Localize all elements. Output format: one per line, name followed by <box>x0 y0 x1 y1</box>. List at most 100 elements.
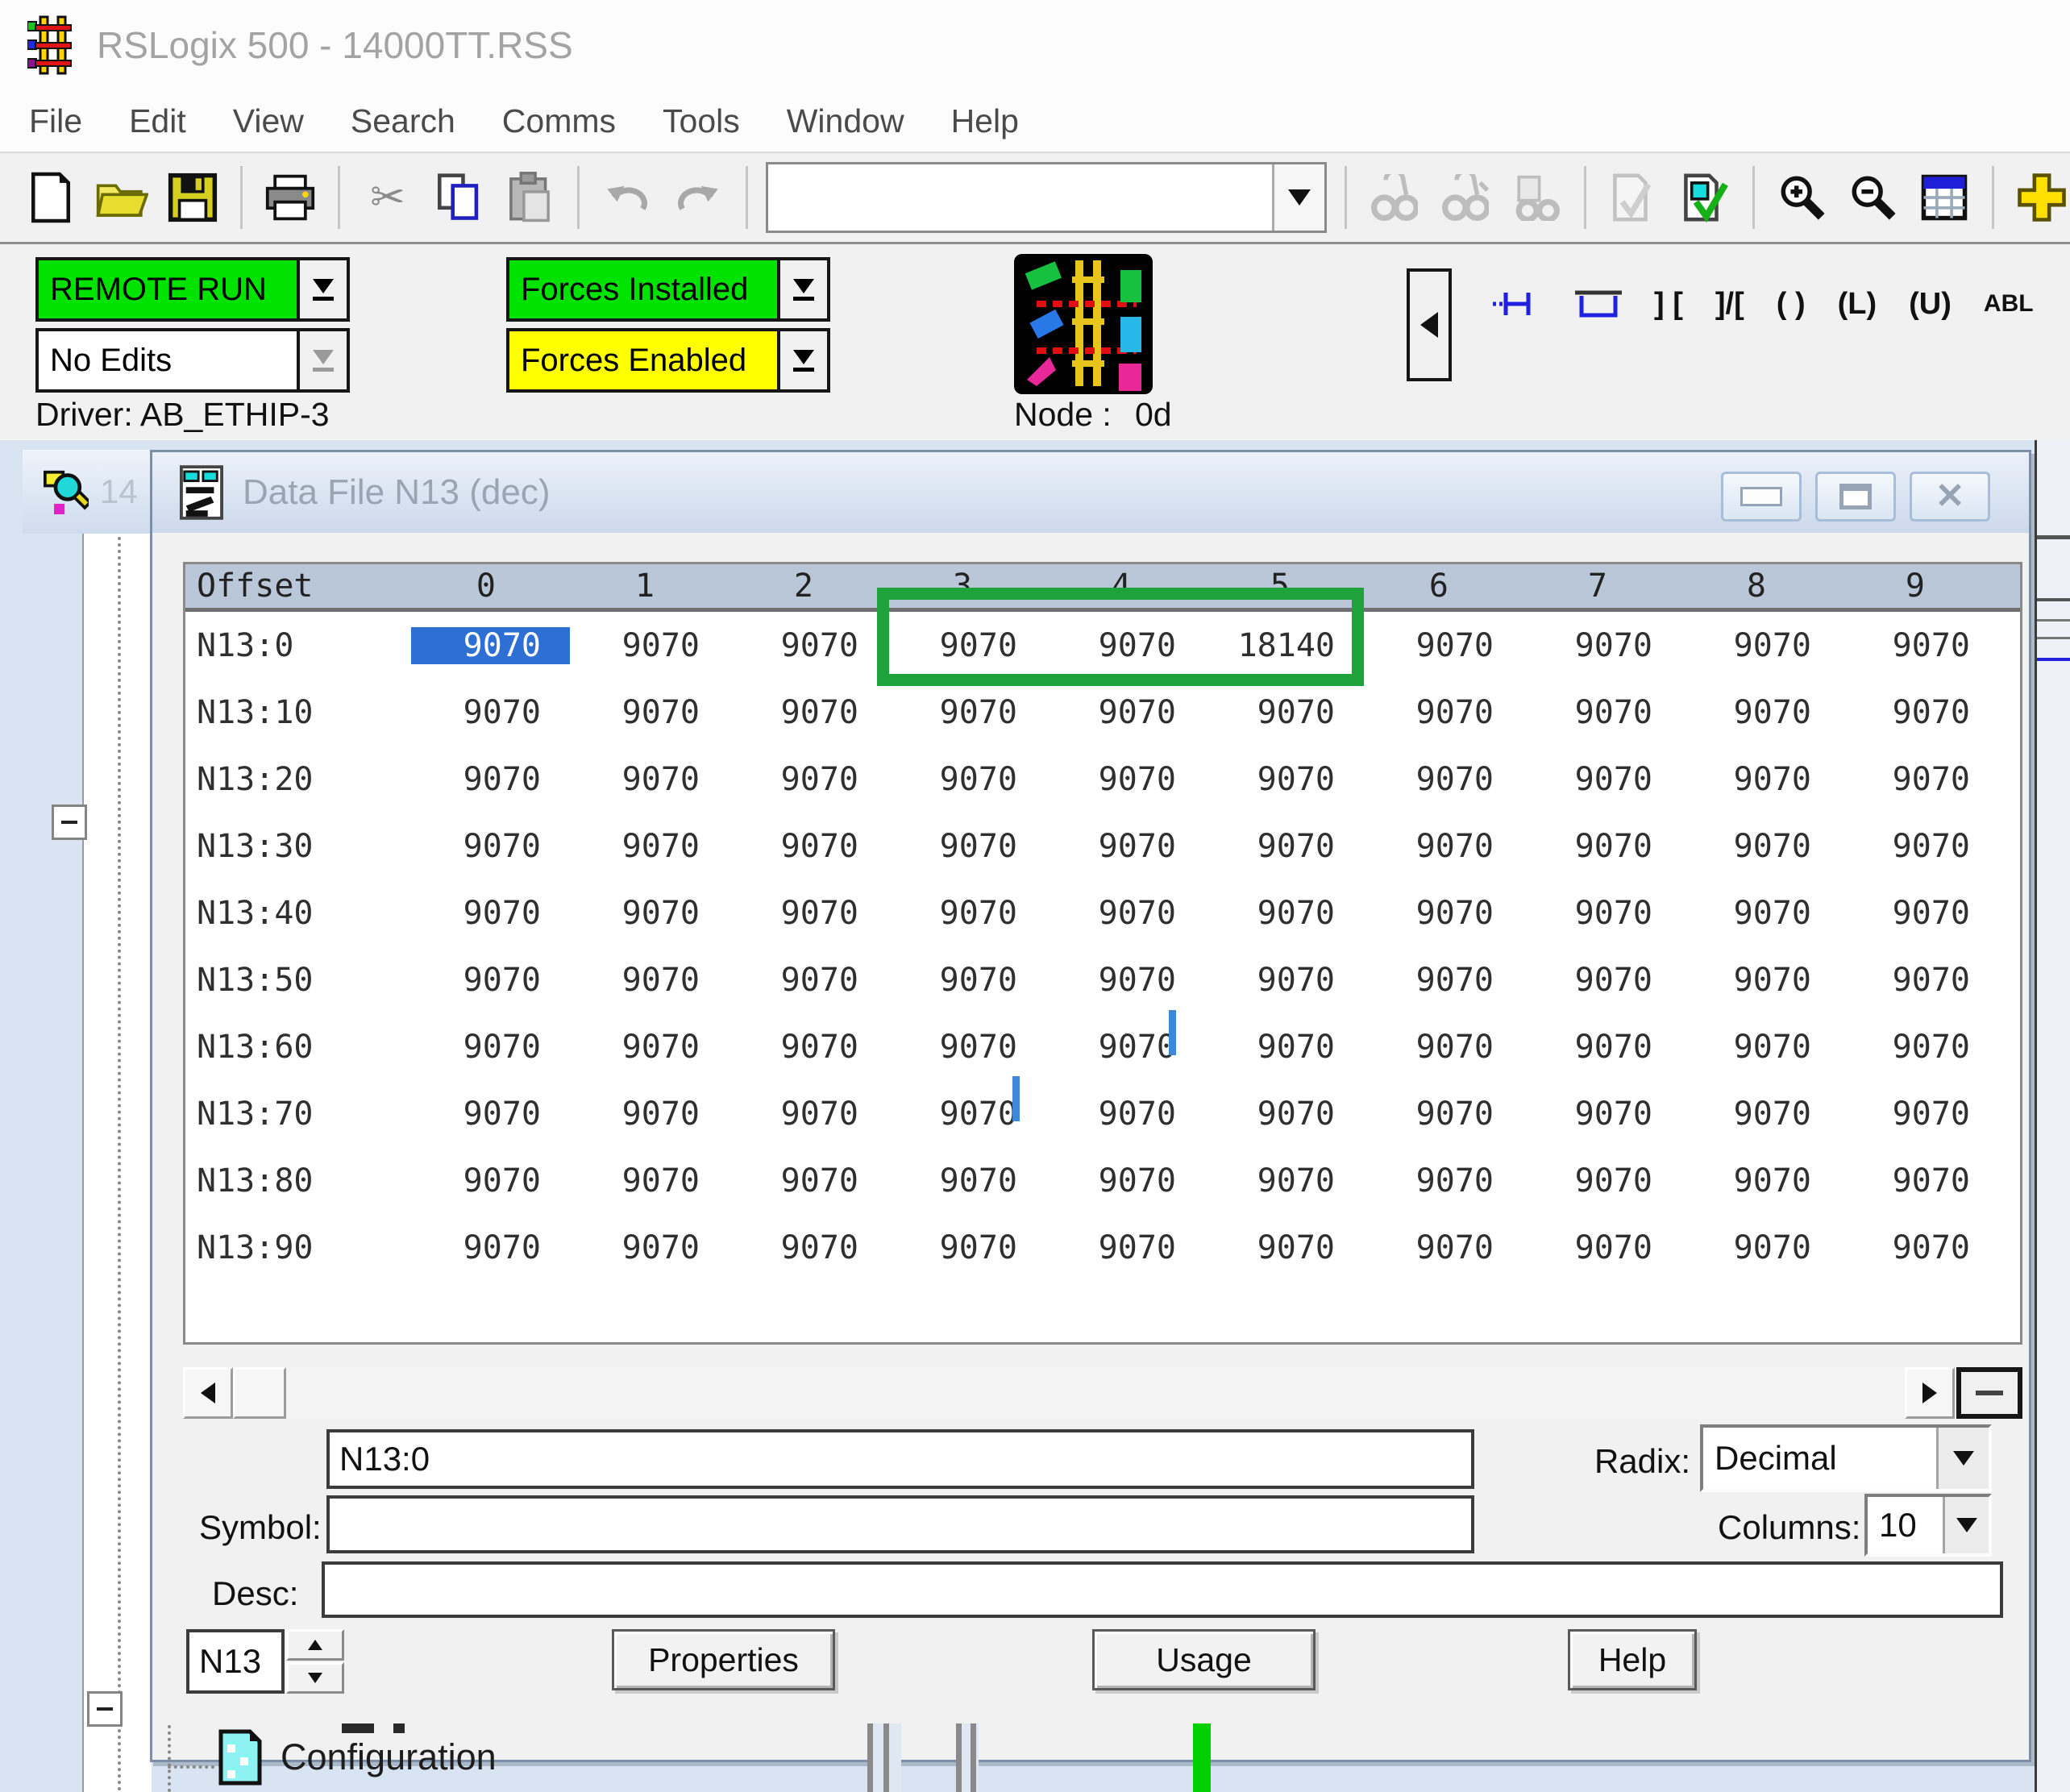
find-icon[interactable] <box>1365 165 1424 230</box>
edit-state-combo[interactable]: No Edits <box>35 328 350 393</box>
restore-button[interactable] <box>1815 472 1896 522</box>
palette-collapse-button[interactable] <box>1407 268 1452 381</box>
data-cell[interactable]: 9070 <box>1523 1229 1681 1266</box>
menu-help[interactable]: Help <box>951 102 1019 140</box>
verify-project-icon[interactable] <box>1675 165 1735 230</box>
data-file-titlebar[interactable]: Data File N13 (dec) ✕ <box>152 452 2029 533</box>
help-button[interactable]: Help <box>1568 1629 1697 1690</box>
data-cell[interactable]: 9070 <box>887 1162 1046 1200</box>
xic-contact-icon[interactable]: ] [ <box>1654 287 1683 322</box>
data-cell[interactable]: 9070 <box>1364 1162 1523 1200</box>
data-cell[interactable]: 9070 <box>1046 1229 1205 1266</box>
menu-edit[interactable]: Edit <box>129 102 186 140</box>
data-cell[interactable]: 9070 <box>411 1162 570 1200</box>
rung-icon[interactable] <box>1491 286 1543 322</box>
combo-dropdown-button[interactable] <box>1272 164 1324 231</box>
data-cell[interactable]: 9070 <box>887 962 1046 999</box>
data-cell[interactable]: 9070 <box>729 1229 887 1266</box>
data-cell[interactable]: 9070 <box>1046 694 1205 731</box>
data-cell[interactable]: 9070 <box>1681 1162 1840 1200</box>
paste-icon[interactable] <box>500 165 559 230</box>
data-cell[interactable]: 9070 <box>1840 627 1999 664</box>
data-cell[interactable]: 9070 <box>1046 895 1205 932</box>
spin-down-button[interactable] <box>286 1662 344 1694</box>
data-cell[interactable]: 9070 <box>570 1029 729 1066</box>
undo-icon[interactable] <box>597 165 657 230</box>
processor-mode-dropdown-button[interactable] <box>297 260 347 318</box>
data-cell[interactable]: 9070 <box>1046 1029 1205 1066</box>
data-cell[interactable]: 9070 <box>1681 627 1840 664</box>
data-cell[interactable]: 9070 <box>570 761 729 798</box>
data-cell[interactable]: 9070 <box>729 1096 887 1133</box>
data-cell[interactable]: 9070 <box>1681 828 1840 865</box>
data-cell[interactable]: 9070 <box>1205 895 1364 932</box>
tree-expander[interactable] <box>52 805 87 840</box>
file-selector-field[interactable]: N13 <box>186 1629 285 1694</box>
data-cell[interactable]: 9070 <box>1364 694 1523 731</box>
data-cell[interactable]: 9070 <box>570 962 729 999</box>
data-cell[interactable]: 9070 <box>887 828 1046 865</box>
menu-tools[interactable]: Tools <box>663 102 740 140</box>
data-cell[interactable]: 9070 <box>1523 962 1681 999</box>
data-cell[interactable]: 9070 <box>1523 895 1681 932</box>
menu-window[interactable]: Window <box>787 102 904 140</box>
data-cell[interactable]: 9070 <box>1681 761 1840 798</box>
data-cell[interactable]: 9070 <box>1364 828 1523 865</box>
data-cell[interactable]: 9070 <box>1523 1162 1681 1200</box>
data-cell[interactable]: 9070 <box>1523 761 1681 798</box>
menu-search[interactable]: Search <box>351 102 455 140</box>
copy-icon[interactable] <box>429 165 488 230</box>
data-cell[interactable]: 9070 <box>1046 761 1205 798</box>
data-cell[interactable]: 9070 <box>1205 962 1364 999</box>
radix-combo[interactable]: Decimal <box>1700 1424 1992 1492</box>
processor-mode-combo[interactable]: REMOTE RUN <box>35 257 350 322</box>
find-next-icon[interactable] <box>1436 165 1495 230</box>
data-cell[interactable]: 9070 <box>1364 1029 1523 1066</box>
data-cell[interactable]: 9070 <box>1681 962 1840 999</box>
address-field[interactable]: N13:0 <box>326 1429 1474 1489</box>
data-cell[interactable]: 9070 <box>1046 1162 1205 1200</box>
data-cell[interactable]: 9070 <box>411 1096 570 1133</box>
data-cell[interactable]: 9070 <box>1681 694 1840 731</box>
data-cell[interactable]: 9070 <box>1364 962 1523 999</box>
data-cell[interactable]: 9070 <box>729 1162 887 1200</box>
otl-coil-icon[interactable]: (L) <box>1838 287 1877 322</box>
open-file-icon[interactable] <box>92 165 152 230</box>
data-cell[interactable]: 9070 <box>1205 1162 1364 1200</box>
properties-button[interactable]: Properties <box>612 1629 835 1690</box>
project-tree-window-titlebar[interactable]: 14 <box>23 450 150 534</box>
data-cell[interactable]: 9070 <box>1523 627 1681 664</box>
data-cell[interactable]: 9070 <box>411 627 570 664</box>
data-cell[interactable]: 9070 <box>729 895 887 932</box>
data-cell[interactable]: 9070 <box>411 1229 570 1266</box>
scrollbar-track[interactable] <box>286 1367 1905 1419</box>
data-cell[interactable]: 9070 <box>729 694 887 731</box>
data-cell[interactable]: 9070 <box>1840 694 1999 731</box>
split-pane-button[interactable] <box>1956 1367 2022 1419</box>
data-cell[interactable]: 9070 <box>570 694 729 731</box>
data-cell[interactable]: 9070 <box>1840 962 1999 999</box>
tree-item-configuration[interactable]: Configuration <box>218 1728 497 1786</box>
menu-file[interactable]: File <box>29 102 82 140</box>
usage-button[interactable]: Usage <box>1092 1629 1316 1690</box>
data-cell[interactable]: 9070 <box>887 1096 1046 1133</box>
data-cell[interactable]: 9070 <box>411 694 570 731</box>
save-icon[interactable] <box>163 165 222 230</box>
data-cell[interactable]: 9070 <box>1046 962 1205 999</box>
data-cell[interactable]: 9070 <box>570 1229 729 1266</box>
data-cell[interactable]: 9070 <box>1205 1029 1364 1066</box>
data-cell[interactable]: 9070 <box>887 694 1046 731</box>
data-cell[interactable]: 9070 <box>570 1162 729 1200</box>
data-cell[interactable]: 9070 <box>1205 1229 1364 1266</box>
zoom-in-icon[interactable] <box>1773 165 1832 230</box>
data-cell[interactable]: 9070 <box>1364 895 1523 932</box>
data-cell[interactable]: 9070 <box>1840 1162 1999 1200</box>
menu-comms[interactable]: Comms <box>502 102 616 140</box>
xio-contact-icon[interactable]: ]/[ <box>1715 287 1744 322</box>
edit-state-dropdown-button[interactable] <box>297 331 347 389</box>
columns-dropdown-button[interactable] <box>1943 1497 1989 1553</box>
radix-dropdown-button[interactable] <box>1936 1428 1989 1489</box>
verify-file-icon[interactable] <box>1604 165 1664 230</box>
data-cell[interactable]: 9070 <box>887 1229 1046 1266</box>
data-cell[interactable]: 9070 <box>570 828 729 865</box>
